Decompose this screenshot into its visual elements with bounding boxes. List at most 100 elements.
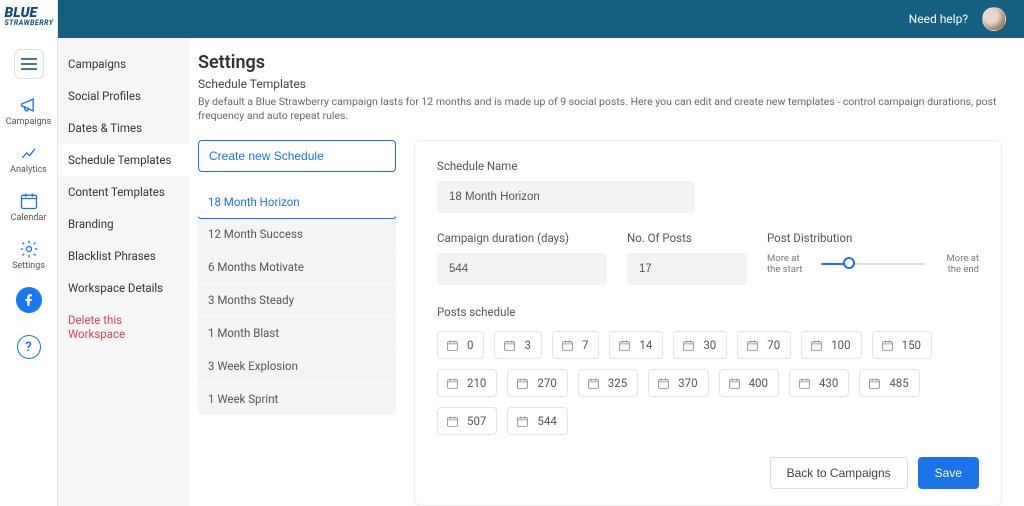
post-day-value: 485 bbox=[889, 376, 908, 390]
schedule-list-item[interactable]: 12 Month Success bbox=[198, 218, 396, 251]
dist-hint-end: More at the end bbox=[933, 253, 979, 276]
page-subtitle: Schedule Templates bbox=[198, 77, 1002, 91]
settings-sidebar: CampaignsSocial ProfilesDates & TimesSch… bbox=[58, 38, 190, 506]
schedule-list-item[interactable]: 6 Months Motivate bbox=[198, 251, 396, 284]
menu-toggle[interactable] bbox=[14, 49, 44, 79]
save-button[interactable]: Save bbox=[918, 457, 979, 489]
create-schedule-button[interactable]: Create new Schedule bbox=[198, 140, 396, 172]
calendar-small-icon bbox=[446, 415, 459, 428]
nav-analytics[interactable]: Analytics bbox=[9, 143, 49, 175]
question-icon: ? bbox=[25, 340, 31, 355]
distribution-slider[interactable] bbox=[821, 255, 925, 273]
schedule-list-item[interactable]: 1 Week Sprint bbox=[198, 383, 396, 415]
sidebar-item[interactable]: Schedule Templates bbox=[58, 144, 190, 176]
schedule-list-item[interactable]: 3 Months Steady bbox=[198, 284, 396, 317]
post-day-chip[interactable]: 270 bbox=[507, 369, 567, 397]
sidebar-item[interactable]: Blacklist Phrases bbox=[58, 240, 190, 272]
post-day-value: 507 bbox=[467, 414, 486, 428]
post-day-value: 544 bbox=[537, 414, 556, 428]
post-day-chip[interactable]: 370 bbox=[648, 369, 708, 397]
post-day-value: 270 bbox=[537, 376, 556, 390]
post-day-value: 70 bbox=[767, 338, 780, 352]
post-day-chip[interactable]: 150 bbox=[872, 331, 932, 359]
nav-calendar[interactable]: Calendar bbox=[9, 191, 49, 223]
schedule-list-column: Create new Schedule 18 Month Horizon12 M… bbox=[198, 140, 396, 415]
schedule-name-label: Schedule Name bbox=[437, 159, 979, 173]
post-day-value: 14 bbox=[639, 338, 652, 352]
schedule-name-input[interactable] bbox=[437, 181, 695, 213]
calendar-small-icon bbox=[516, 415, 529, 428]
calendar-small-icon bbox=[446, 339, 459, 352]
schedule-list: 18 Month Horizon12 Month Success6 Months… bbox=[198, 186, 396, 415]
post-day-chip[interactable]: 7 bbox=[552, 331, 599, 359]
posts-input[interactable] bbox=[627, 253, 747, 285]
post-day-chip[interactable]: 3 bbox=[494, 331, 541, 359]
post-day-value: 3 bbox=[524, 338, 530, 352]
post-day-chip[interactable]: 430 bbox=[789, 369, 849, 397]
brand-logo: BLUE STRAWBERRY bbox=[5, 6, 53, 27]
calendar-small-icon bbox=[746, 339, 759, 352]
nav-settings[interactable]: Settings bbox=[9, 239, 49, 271]
gear-icon bbox=[19, 239, 39, 259]
post-day-chip[interactable]: 30 bbox=[673, 331, 727, 359]
posts-label: No. Of Posts bbox=[627, 231, 747, 245]
post-day-chip[interactable]: 507 bbox=[437, 407, 497, 435]
post-day-chip[interactable]: 325 bbox=[578, 369, 638, 397]
nav-campaigns-label: Campaigns bbox=[6, 117, 51, 127]
nav-calendar-label: Calendar bbox=[11, 213, 47, 223]
posts-schedule-label: Posts schedule bbox=[437, 305, 979, 319]
schedule-list-item[interactable]: 3 Week Explosion bbox=[198, 350, 396, 383]
calendar-small-icon bbox=[587, 377, 600, 390]
post-day-chip[interactable]: 14 bbox=[609, 331, 663, 359]
sidebar-item[interactable]: Branding bbox=[58, 208, 190, 240]
sidebar-item[interactable]: Workspace Details bbox=[58, 272, 190, 304]
hamburger-icon bbox=[21, 58, 37, 70]
duration-label: Campaign duration (days) bbox=[437, 231, 607, 245]
post-day-value: 210 bbox=[467, 376, 486, 390]
schedule-list-item[interactable]: 1 Month Blast bbox=[198, 317, 396, 350]
calendar-small-icon bbox=[561, 339, 574, 352]
duration-input[interactable] bbox=[437, 253, 607, 285]
sidebar-item[interactable]: Delete this Workspace bbox=[58, 304, 190, 350]
calendar-small-icon bbox=[618, 339, 631, 352]
nav-analytics-label: Analytics bbox=[10, 165, 47, 175]
post-day-value: 430 bbox=[819, 376, 838, 390]
post-day-chip[interactable]: 100 bbox=[801, 331, 861, 359]
nav-settings-label: Settings bbox=[12, 261, 45, 271]
help-link[interactable]: ? bbox=[17, 335, 41, 359]
left-rail: BLUE STRAWBERRY Campaigns Analytics Cale… bbox=[0, 0, 58, 506]
schedule-list-item[interactable]: 18 Month Horizon bbox=[198, 186, 396, 219]
post-day-chip[interactable]: 0 bbox=[437, 331, 484, 359]
dist-hint-start: More at the start bbox=[767, 253, 813, 276]
sidebar-item[interactable]: Content Templates bbox=[58, 176, 190, 208]
sidebar-item[interactable]: Campaigns bbox=[58, 48, 190, 80]
post-day-value: 325 bbox=[608, 376, 627, 390]
post-day-value: 100 bbox=[831, 338, 850, 352]
calendar-small-icon bbox=[503, 339, 516, 352]
post-day-value: 370 bbox=[678, 376, 697, 390]
post-day-chip[interactable]: 70 bbox=[737, 331, 791, 359]
need-help-link[interactable]: Need help? bbox=[909, 12, 968, 26]
post-day-value: 400 bbox=[749, 376, 768, 390]
chart-icon bbox=[19, 143, 39, 163]
post-day-chip[interactable]: 544 bbox=[507, 407, 567, 435]
calendar-small-icon bbox=[798, 377, 811, 390]
back-button[interactable]: Back to Campaigns bbox=[770, 457, 908, 489]
nav-campaigns[interactable]: Campaigns bbox=[9, 95, 49, 127]
page-description: By default a Blue Strawberry campaign la… bbox=[198, 95, 1002, 124]
post-day-chip[interactable]: 210 bbox=[437, 369, 497, 397]
avatar[interactable] bbox=[982, 7, 1006, 31]
schedule-editor-panel: Schedule Name Campaign duration (days) N… bbox=[414, 140, 1002, 506]
calendar-small-icon bbox=[657, 377, 670, 390]
facebook-icon bbox=[22, 293, 36, 307]
post-day-chip[interactable]: 485 bbox=[859, 369, 919, 397]
posts-schedule-chips: 0 3 7 14 30 70 100 150 210 270 325 370 400 430 485 507 5… bbox=[437, 331, 979, 435]
brand-sub: STRAWBERRY bbox=[5, 20, 53, 27]
sidebar-item[interactable]: Dates & Times bbox=[58, 112, 190, 144]
calendar-small-icon bbox=[516, 377, 529, 390]
facebook-link[interactable] bbox=[16, 287, 42, 313]
post-day-chip[interactable]: 400 bbox=[719, 369, 779, 397]
calendar-small-icon bbox=[868, 377, 881, 390]
distribution-label: Post Distribution bbox=[767, 231, 979, 245]
sidebar-item[interactable]: Social Profiles bbox=[58, 80, 190, 112]
